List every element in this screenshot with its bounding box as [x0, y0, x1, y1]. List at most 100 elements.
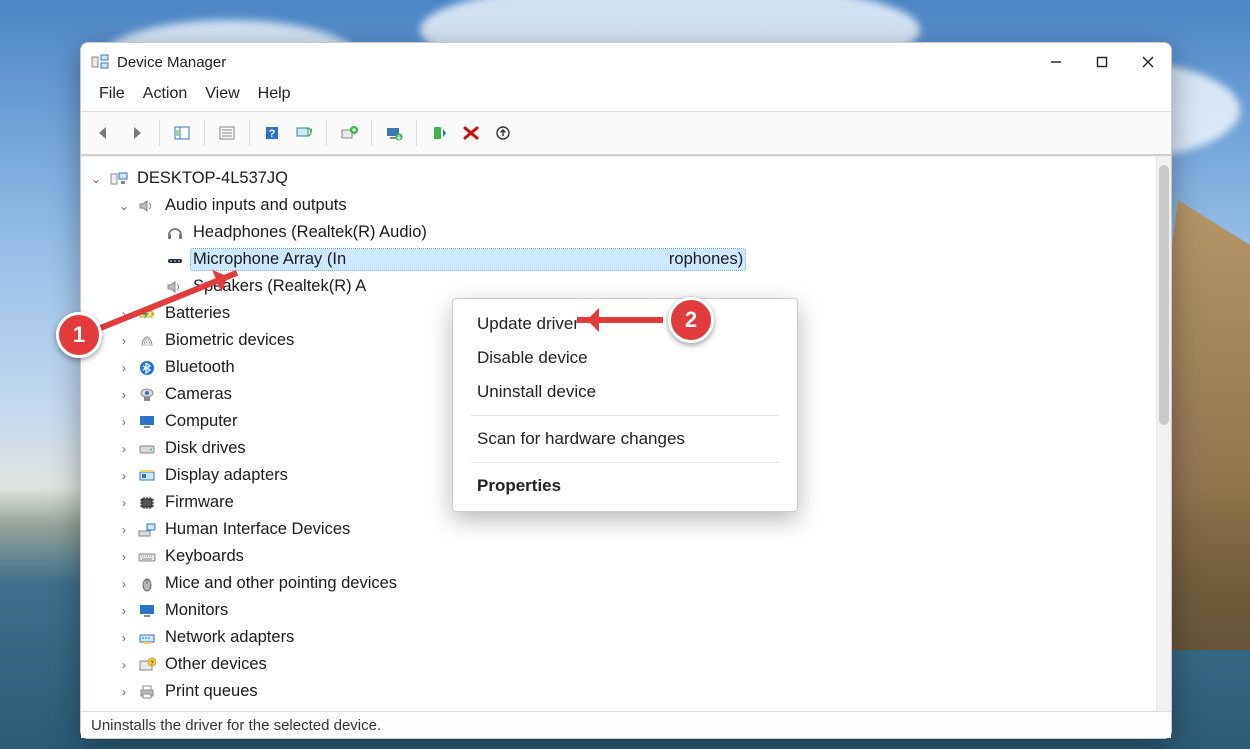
- nav-back-button[interactable]: [91, 120, 119, 146]
- annotation-arrow-2: [577, 317, 663, 323]
- svg-text:?: ?: [150, 661, 154, 667]
- ctx-disable-device[interactable]: Disable device: [453, 341, 797, 375]
- tree-root-label: DESKTOP-4L537JQ: [135, 168, 290, 189]
- chevron-right-icon[interactable]: ›: [117, 361, 131, 375]
- tree-device-label: Microphone Array (Intel® Smart Sound Tec…: [191, 249, 745, 270]
- vertical-scrollbar[interactable]: [1156, 157, 1171, 711]
- minimize-button[interactable]: [1033, 43, 1079, 81]
- scan-changes-circular-button[interactable]: [489, 120, 517, 146]
- update-driver-toolbar-button[interactable]: [380, 120, 408, 146]
- audio-device-icon: [165, 251, 185, 269]
- chevron-down-icon[interactable]: ⌄: [117, 199, 131, 213]
- ctx-uninstall-device[interactable]: Uninstall device: [453, 375, 797, 409]
- toolbar: ?: [81, 111, 1171, 156]
- tree-category-label: Disk drives: [163, 438, 248, 459]
- tree-category-label: Firmware: [163, 492, 236, 513]
- tree-category-audio[interactable]: ⌄ Audio inputs and outputs: [87, 192, 1152, 219]
- chip-icon: [137, 494, 157, 512]
- ctx-separator: [471, 462, 779, 463]
- tree-category-label: Computer: [163, 411, 239, 432]
- chevron-right-icon[interactable]: ›: [117, 415, 131, 429]
- tree-device-speakers[interactable]: Speakers (Realtek(R) A: [87, 273, 1152, 300]
- chevron-right-icon[interactable]: ›: [117, 631, 131, 645]
- tree-category-label: Human Interface Devices: [163, 519, 352, 540]
- ctx-update-driver[interactable]: Update driver: [453, 307, 797, 341]
- desktop-background: Device Manager File Action View Help: [0, 0, 1250, 749]
- chevron-right-icon[interactable]: ›: [117, 469, 131, 483]
- properties-button[interactable]: [213, 120, 241, 146]
- tree-category-label: Other devices: [163, 654, 269, 675]
- svg-text:?: ?: [269, 128, 276, 140]
- gpu-icon: [137, 467, 157, 485]
- close-button[interactable]: [1125, 43, 1171, 81]
- tree-category-hid[interactable]: › Human Interface Devices: [87, 516, 1152, 543]
- scan-hardware-button[interactable]: [290, 120, 318, 146]
- annotation-badge-1: 1: [56, 312, 102, 358]
- tree-device-microphone-array[interactable]: Microphone Array (Intel® Smart Sound Tec…: [87, 246, 1152, 273]
- menu-view[interactable]: View: [205, 85, 239, 103]
- chevron-right-icon[interactable]: ›: [117, 658, 131, 672]
- add-legacy-hardware-button[interactable]: [335, 120, 363, 146]
- chevron-right-icon[interactable]: ›: [117, 523, 131, 537]
- toolbar-separator: [371, 120, 372, 146]
- tree-category-label: Mice and other pointing devices: [163, 573, 399, 594]
- app-icon: [91, 53, 109, 71]
- unknown-device-icon: ?: [137, 656, 157, 674]
- chevron-down-icon[interactable]: ⌄: [89, 172, 103, 186]
- ctx-scan-hardware[interactable]: Scan for hardware changes: [453, 422, 797, 456]
- tree-category-label: Audio inputs and outputs: [163, 195, 349, 216]
- tree-category-label: Monitors: [163, 600, 230, 621]
- tree-category-label: Bluetooth: [163, 357, 237, 378]
- menubar: File Action View Help: [81, 81, 1171, 111]
- hid-icon: [137, 521, 157, 539]
- tree-category-other[interactable]: › ? Other devices: [87, 651, 1152, 678]
- menu-file[interactable]: File: [99, 85, 125, 103]
- network-icon: [137, 629, 157, 647]
- help-button[interactable]: ?: [258, 120, 286, 146]
- titlebar[interactable]: Device Manager: [81, 43, 1171, 81]
- chevron-right-icon[interactable]: ›: [117, 550, 131, 564]
- chevron-right-icon[interactable]: ›: [117, 577, 131, 591]
- tree-category-label: Network adapters: [163, 627, 296, 648]
- uninstall-device-button[interactable]: [457, 120, 485, 146]
- tree-root[interactable]: ⌄ DESKTOP-4L537JQ: [87, 165, 1152, 192]
- enable-device-button[interactable]: [425, 120, 453, 146]
- menu-help[interactable]: Help: [258, 85, 291, 103]
- tree-category-label: Batteries: [163, 303, 232, 324]
- chevron-right-icon[interactable]: ›: [117, 334, 131, 348]
- maximize-button[interactable]: [1079, 43, 1125, 81]
- tree-device-headphones[interactable]: Headphones (Realtek(R) Audio): [87, 219, 1152, 246]
- tree-category-keyboards[interactable]: › Keyboards: [87, 543, 1152, 570]
- chevron-right-icon[interactable]: ›: [117, 685, 131, 699]
- chevron-right-icon[interactable]: ›: [117, 442, 131, 456]
- toolbar-separator: [416, 120, 417, 146]
- ctx-separator: [471, 415, 779, 416]
- tree-category-label: Biometric devices: [163, 330, 296, 351]
- mouse-icon: [137, 575, 157, 593]
- chevron-right-icon[interactable]: ›: [117, 604, 131, 618]
- monitor-icon: [137, 602, 157, 620]
- bluetooth-icon: [137, 359, 157, 377]
- tree-category-mice[interactable]: › Mice and other pointing devices: [87, 570, 1152, 597]
- toolbar-separator: [249, 120, 250, 146]
- nav-forward-button[interactable]: [123, 120, 151, 146]
- camera-icon: [137, 386, 157, 404]
- context-menu: Update driver Disable device Uninstall d…: [452, 298, 798, 512]
- tree-category-label: Cameras: [163, 384, 234, 405]
- tree-category-network[interactable]: › Network adapters: [87, 624, 1152, 651]
- tree-category-print-queues[interactable]: › Print queues: [87, 678, 1152, 705]
- chevron-right-icon[interactable]: ›: [117, 496, 131, 510]
- toolbar-separator: [326, 120, 327, 146]
- printer-icon: [137, 683, 157, 701]
- show-hide-tree-button[interactable]: [168, 120, 196, 146]
- chevron-right-icon[interactable]: ›: [117, 388, 131, 402]
- computer-icon: [109, 170, 129, 188]
- tree-category-monitors[interactable]: › Monitors: [87, 597, 1152, 624]
- statusbar: Uninstalls the driver for the selected d…: [81, 711, 1171, 738]
- tree-device-label: Headphones (Realtek(R) Audio): [191, 222, 429, 243]
- toolbar-separator: [159, 120, 160, 146]
- ctx-properties[interactable]: Properties: [453, 469, 797, 503]
- scrollbar-thumb[interactable]: [1159, 165, 1169, 425]
- menu-action[interactable]: Action: [143, 85, 187, 103]
- tree-category-label: Keyboards: [163, 546, 246, 567]
